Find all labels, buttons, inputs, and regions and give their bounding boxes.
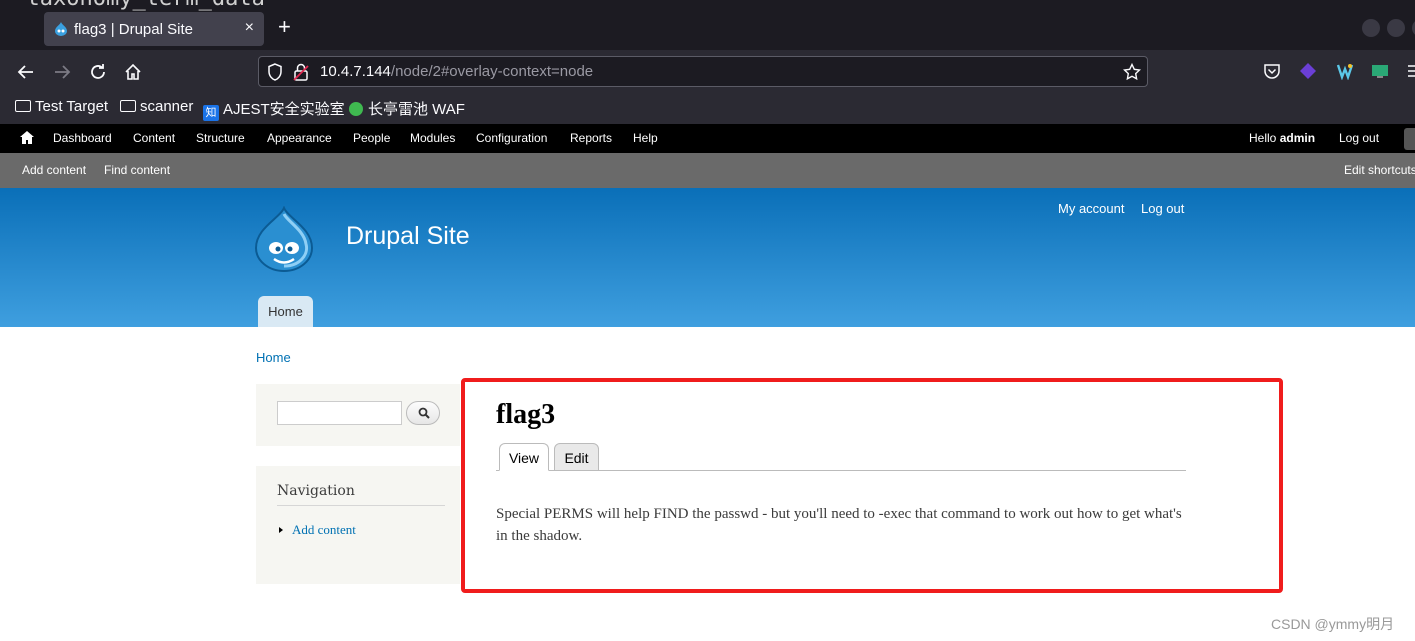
toolbar-structure[interactable]: Structure (196, 131, 245, 145)
overflow-menu-icon[interactable] (1406, 62, 1415, 80)
nav-link-label: Add content (292, 522, 356, 537)
toolbar-reports[interactable]: Reports (570, 131, 612, 145)
tab-view[interactable]: View (499, 443, 549, 471)
pocket-icon[interactable] (1263, 62, 1281, 80)
toolbar-modules[interactable]: Modules (410, 131, 455, 145)
tab-close-icon[interactable]: × (245, 19, 254, 37)
browser-navbar: 10.4.7.144/node/2#overlay-context=node (0, 50, 1415, 94)
extension-wappalyzer-icon[interactable] (1336, 62, 1354, 80)
bookmark-star-icon[interactable] (1123, 63, 1141, 81)
bookmark-test-target[interactable]: Test Target (15, 98, 108, 115)
navigation-title: Navigation (277, 483, 355, 499)
bookmarks-bar: Test Target scanner 知 AJEST安全实验室 长亭雷池 WAF (0, 94, 1415, 124)
navigation-divider (277, 505, 445, 506)
reload-icon[interactable] (89, 63, 107, 81)
header-logout-link[interactable]: Log out (1141, 201, 1184, 216)
username: admin (1279, 131, 1316, 145)
toolbar-appearance[interactable]: Appearance (267, 131, 332, 145)
shortcut-find-content[interactable]: Find content (104, 163, 170, 177)
forward-arrow-icon[interactable] (53, 63, 71, 81)
back-arrow-icon[interactable] (17, 63, 35, 81)
toolbar-home-icon[interactable] (20, 131, 34, 144)
greeting-text: Hello (1249, 131, 1280, 145)
shortcut-add-content[interactable]: Add content (22, 163, 86, 177)
browser-tabstrip: taxonomy_term_data flag3 | Drupal Site ×… (0, 0, 1415, 50)
drupal-admin-toolbar: Dashboard Content Structure Appearance P… (0, 124, 1415, 153)
bookmark-label: 长亭雷池 WAF (368, 101, 465, 118)
site-name[interactable]: Drupal Site (346, 222, 470, 251)
tracking-shield-icon[interactable] (267, 63, 283, 81)
nav-add-content-link[interactable]: Add content (277, 522, 356, 538)
breadcrumb-home[interactable]: Home (256, 350, 291, 365)
new-tab-button[interactable]: + (278, 16, 291, 38)
drupal-logo-icon[interactable] (254, 206, 314, 272)
toolbar-content[interactable]: Content (133, 131, 175, 145)
toolbar-configuration[interactable]: Configuration (476, 131, 547, 145)
zhi-badge-icon: 知 (203, 105, 219, 121)
tab-edit[interactable]: Edit (554, 443, 599, 471)
background-terminal-text: taxonomy_term_data (0, 0, 264, 11)
toolbar-dashboard[interactable]: Dashboard (53, 131, 112, 145)
url-host: 10.4.7.144 (320, 63, 391, 80)
url-text[interactable]: 10.4.7.144/node/2#overlay-context=node (320, 63, 593, 80)
toolbar-logout[interactable]: Log out (1339, 131, 1379, 145)
bookmark-label: scanner (140, 98, 194, 115)
minimize-button[interactable] (1362, 19, 1380, 37)
extension-monitor-icon[interactable] (1371, 62, 1389, 80)
insecure-lock-icon[interactable] (293, 63, 309, 81)
my-account-link[interactable]: My account (1058, 201, 1124, 216)
bullet-arrow-icon (279, 527, 283, 533)
search-icon (418, 407, 430, 419)
search-input[interactable] (277, 401, 402, 425)
main-menu-home-tab[interactable]: Home (258, 296, 313, 327)
waf-logo-icon (349, 102, 363, 116)
tabs-baseline (496, 470, 1186, 471)
bookmark-waf[interactable]: 长亭雷池 WAF (349, 98, 465, 119)
site-header: Drupal Site My account Log out Home (0, 188, 1415, 327)
toolbar-help[interactable]: Help (633, 131, 658, 145)
node-title: flag3 (496, 399, 556, 430)
address-bar[interactable]: 10.4.7.144/node/2#overlay-context=node (258, 56, 1148, 87)
tab-title: flag3 | Drupal Site (74, 21, 193, 38)
bookmark-scanner[interactable]: scanner (120, 98, 193, 115)
edit-shortcuts-link[interactable]: Edit shortcuts (1344, 163, 1415, 177)
maximize-button[interactable] (1387, 19, 1405, 37)
watermark: CSDN @ymmy明月 (1271, 616, 1395, 632)
bookmark-label: Test Target (35, 98, 109, 115)
search-button[interactable] (406, 401, 440, 425)
red-highlight-box (461, 378, 1283, 593)
home-icon[interactable] (124, 63, 142, 81)
node-body: Special PERMS will help FIND the passwd … (496, 506, 1182, 544)
toolbar-people[interactable]: People (353, 131, 390, 145)
extension-purple-icon[interactable] (1299, 62, 1317, 80)
bookmark-label: AJEST安全实验室 (223, 101, 345, 118)
toolbar-user-greeting[interactable]: Hello admin (1249, 131, 1315, 145)
shortcuts-bar: Add content Find content Edit shortcuts (0, 153, 1415, 188)
bookmark-ajest[interactable]: 知 AJEST安全实验室 (203, 98, 345, 121)
folder-icon (120, 100, 136, 112)
search-block (256, 384, 460, 446)
navigation-block: Navigation Add content (256, 466, 460, 584)
folder-icon (15, 100, 31, 112)
drupal-favicon-icon (55, 22, 67, 36)
browser-tab-active[interactable]: flag3 | Drupal Site × (44, 12, 264, 46)
toolbar-drawer-toggle[interactable] (1404, 128, 1415, 150)
url-path: /node/2#overlay-context=node (390, 63, 594, 80)
